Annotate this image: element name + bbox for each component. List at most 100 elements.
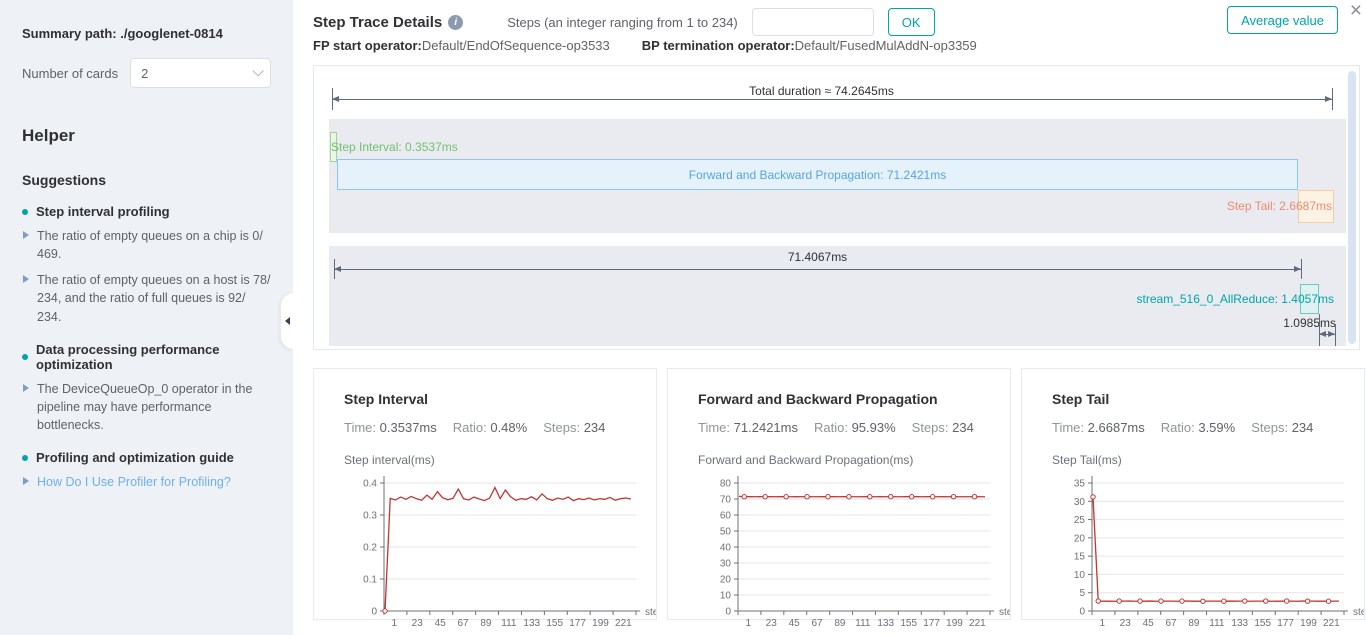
forward-backward-label: Forward and Backward Propagation: 71.242… — [689, 168, 946, 182]
svg-text:199: 199 — [946, 618, 963, 629]
svg-text:67: 67 — [457, 618, 469, 629]
svg-text:177: 177 — [569, 618, 586, 629]
svg-text:step: step — [999, 607, 1010, 618]
step-tail-card: Step Tail Time: 2.6687msRatio: 3.59%Step… — [1021, 368, 1365, 620]
bp-termination-operator: BP termination operator:Default/FusedMul… — [642, 38, 977, 53]
svg-text:199: 199 — [592, 618, 609, 629]
svg-text:35: 35 — [1074, 479, 1086, 490]
summary-cards: Step Interval Time: 0.3537msRatio: 0.48%… — [313, 368, 1360, 620]
steps-hint-label: Steps (an integer ranging from 1 to 234) — [507, 15, 738, 30]
svg-text:221: 221 — [1323, 618, 1340, 629]
suggestion-section: Profiling and optimization guide How Do … — [22, 450, 271, 491]
svg-text:1: 1 — [1100, 618, 1106, 629]
allreduce-label: stream_516_0_AllReduce: 1.4057ms — [1137, 292, 1334, 306]
svg-text:step: step — [1353, 607, 1364, 618]
forward-backward-card: Forward and Backward Propagation Time: 7… — [667, 368, 1011, 620]
summary-path: Summary path: ./googlenet-0814 — [22, 26, 271, 41]
trace-scrollbar[interactable] — [1348, 71, 1356, 344]
suggestions-title: Suggestions — [22, 172, 271, 188]
cards-count-value: 2 — [141, 66, 252, 81]
step-interval-chart[interactable]: 00.10.20.30.4123456789111133155177199221… — [344, 469, 656, 635]
svg-text:89: 89 — [834, 618, 846, 629]
step-tail-chart[interactable]: 0510152025303512345678911113315517719922… — [1052, 469, 1364, 635]
svg-text:30: 30 — [720, 559, 732, 570]
svg-text:177: 177 — [1277, 618, 1294, 629]
svg-text:67: 67 — [811, 618, 823, 629]
page-title: Step Trace Details — [313, 14, 442, 31]
svg-text:45: 45 — [789, 618, 801, 629]
svg-text:155: 155 — [900, 618, 917, 629]
triangle-icon — [23, 275, 29, 283]
ok-button[interactable]: OK — [888, 8, 935, 36]
helper-title: Helper — [22, 126, 271, 146]
bullet-icon — [22, 455, 28, 461]
chart-axis-title: Forward and Backward Propagation(ms) — [698, 453, 1010, 467]
svg-text:step: step — [645, 607, 656, 618]
section-title: Profiling and optimization guide — [36, 450, 234, 465]
total-duration-label: Total duration ≈ 74.2645ms — [314, 84, 1329, 98]
trace-row-device: 71.4067ms stream_516_0_AllReduce: 1.4057… — [329, 246, 1346, 346]
svg-text:50: 50 — [720, 527, 732, 538]
suggestion-item: The DeviceQueueOp_0 operator in the pipe… — [22, 380, 271, 434]
chevron-down-icon — [252, 65, 263, 76]
collapse-arrow-icon — [285, 317, 290, 325]
svg-text:23: 23 — [766, 618, 778, 629]
section-title: Step interval profiling — [36, 204, 170, 219]
svg-text:155: 155 — [1254, 618, 1271, 629]
suggestion-item: The ratio of empty queues on a chip is 0… — [22, 227, 271, 263]
total-duration-arrow — [332, 99, 1332, 100]
average-value-button[interactable]: Average value — [1227, 6, 1338, 34]
svg-text:199: 199 — [1300, 618, 1317, 629]
row2-duration-label: 71.4067ms — [334, 250, 1301, 264]
card-title: Forward and Backward Propagation — [698, 391, 1010, 407]
cards-count-label: Number of cards — [22, 66, 118, 81]
trace-row-step: Step Interval: 0.3537ms Forward and Back… — [329, 119, 1346, 233]
triangle-icon — [23, 477, 29, 485]
svg-text:15: 15 — [1074, 552, 1086, 563]
svg-text:89: 89 — [480, 618, 492, 629]
svg-text:20: 20 — [1074, 533, 1086, 544]
steps-input[interactable] — [752, 8, 874, 36]
forward-backward-chart[interactable]: 0102030405060708012345678911113315517719… — [698, 469, 1010, 635]
svg-text:0.4: 0.4 — [363, 479, 377, 490]
svg-text:30: 30 — [1074, 497, 1086, 508]
card-stats: Time: 2.6687msRatio: 3.59%Steps: 234 — [1052, 420, 1364, 435]
svg-text:45: 45 — [435, 618, 447, 629]
step-interval-card: Step Interval Time: 0.3537msRatio: 0.48%… — [313, 368, 657, 620]
chart-axis-title: Step Tail(ms) — [1052, 453, 1364, 467]
info-icon[interactable]: i — [448, 15, 463, 30]
allreduce-tail-arrow — [1319, 334, 1335, 335]
svg-text:111: 111 — [855, 618, 871, 629]
svg-text:133: 133 — [1231, 618, 1248, 629]
helper-sidebar: Summary path: ./googlenet-0814 Number of… — [0, 0, 293, 635]
svg-text:10: 10 — [720, 591, 732, 602]
svg-text:0: 0 — [371, 607, 377, 618]
forward-backward-box[interactable]: Forward and Backward Propagation: 71.242… — [337, 159, 1298, 190]
svg-text:221: 221 — [615, 618, 632, 629]
section-title: Data processing performance optimization — [36, 342, 271, 372]
svg-text:155: 155 — [546, 618, 563, 629]
svg-text:177: 177 — [923, 618, 940, 629]
suggestion-section: Step interval profiling The ratio of emp… — [22, 204, 271, 326]
chart-axis-title: Step interval(ms) — [344, 453, 656, 467]
cards-count-select[interactable]: 2 — [130, 58, 271, 88]
svg-text:0: 0 — [725, 607, 731, 618]
svg-text:1: 1 — [746, 618, 752, 629]
svg-text:45: 45 — [1143, 618, 1155, 629]
step-trace-graph: Total duration ≈ 74.2645ms Step Interval… — [313, 65, 1360, 350]
bullet-icon — [22, 354, 28, 360]
card-title: Step Tail — [1052, 391, 1364, 407]
sidebar-collapse-button[interactable] — [280, 292, 294, 350]
close-icon[interactable]: × — [1348, 0, 1364, 23]
svg-text:221: 221 — [969, 618, 986, 629]
bullet-icon — [22, 209, 28, 215]
row2-duration-arrow — [334, 269, 1301, 270]
suggestion-section: Data processing performance optimization… — [22, 342, 271, 434]
profiler-guide-link[interactable]: How Do I Use Profiler for Profiling? — [22, 473, 271, 491]
svg-text:20: 20 — [720, 575, 732, 586]
svg-text:0.2: 0.2 — [363, 543, 377, 554]
step-trace-main: Step Trace Details i Steps (an integer r… — [293, 0, 1366, 635]
step-interval-label: Step Interval: 0.3537ms — [331, 140, 458, 154]
svg-text:111: 111 — [1209, 618, 1225, 629]
svg-text:40: 40 — [720, 543, 732, 554]
